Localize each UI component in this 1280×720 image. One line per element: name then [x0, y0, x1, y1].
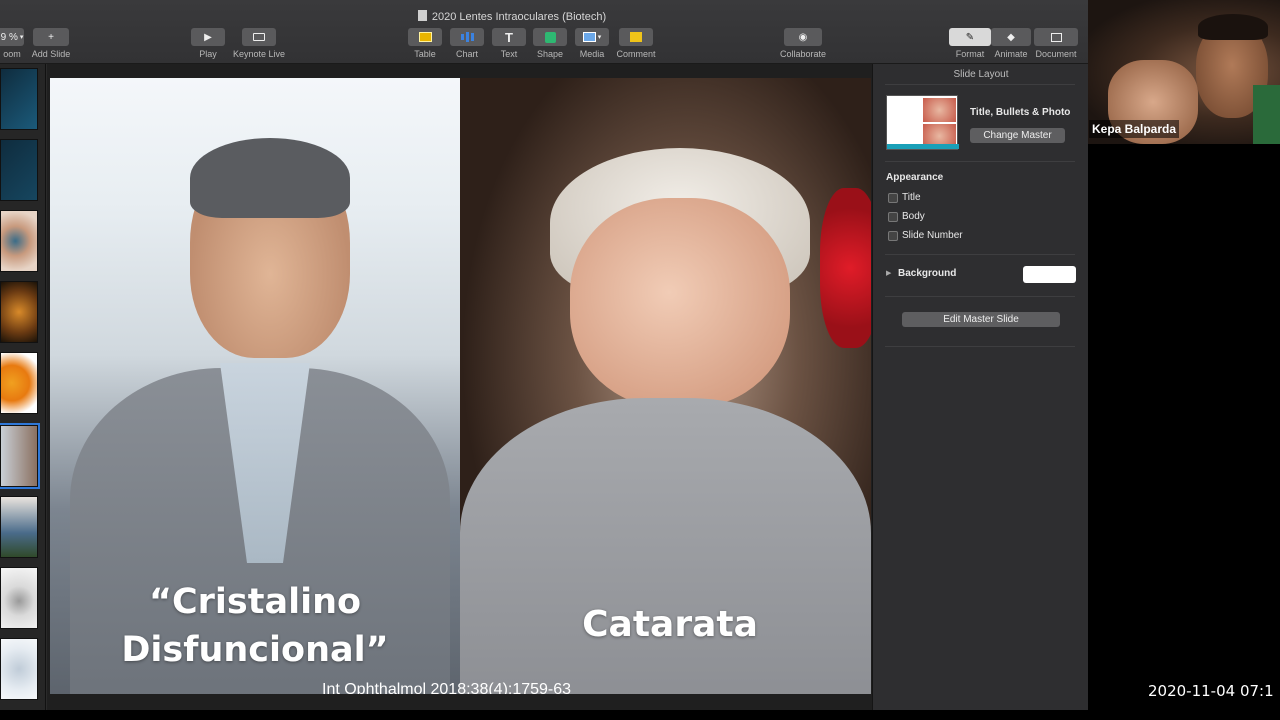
slide-canvas: “Cristalino Disfuncional” Catarata Int O…: [47, 64, 872, 710]
slide-thumbnail[interactable]: [0, 352, 38, 414]
chevron-down-icon: ▾: [19, 34, 24, 41]
media-icon: ▾: [575, 28, 609, 46]
document-panel-icon: [1034, 28, 1078, 46]
disclosure-triangle-icon[interactable]: ▶: [886, 269, 891, 277]
slide-thumbnail[interactable]: [0, 496, 38, 558]
format-inspector: Slide Layout Title, Bullets & Photo Chan…: [872, 64, 1088, 710]
title-checkbox[interactable]: [888, 193, 898, 203]
document-button[interactable]: Document: [1033, 28, 1079, 59]
format-button[interactable]: ✎ Format: [949, 28, 991, 59]
zoom-control[interactable]: 9 % ▾ oom: [0, 28, 24, 59]
slide-navigator: [0, 64, 46, 710]
zoom-label: oom: [3, 49, 21, 59]
slide-number-checkbox[interactable]: [888, 231, 898, 241]
animate-icon: ◆: [991, 28, 1031, 46]
citation-text[interactable]: Int Ophthalmol 2018;38(4):1759-63: [322, 681, 571, 694]
zoom-select[interactable]: 9 % ▾: [0, 28, 24, 46]
background-color-well[interactable]: [1023, 266, 1076, 283]
animate-button[interactable]: ◆ Animate: [991, 28, 1031, 59]
title-label: Title: [902, 192, 921, 203]
slide[interactable]: “Cristalino Disfuncional” Catarata Int O…: [50, 78, 871, 694]
edit-master-slide-button[interactable]: Edit Master Slide: [902, 312, 1060, 327]
slide-thumbnail-selected[interactable]: [0, 423, 40, 489]
background-heading[interactable]: Background: [898, 268, 956, 279]
hair-shape: [190, 138, 350, 218]
body-label: Body: [902, 211, 925, 222]
play-icon: ▶: [191, 28, 225, 46]
play-button[interactable]: ▶ Play: [190, 28, 226, 59]
comment-button[interactable]: Comment: [616, 28, 656, 59]
layout-name: Title, Bullets & Photo: [970, 107, 1071, 118]
paintbrush-icon: ✎: [949, 28, 991, 46]
shape-button[interactable]: Shape: [533, 28, 567, 59]
keynote-live-icon: [242, 28, 276, 46]
slide-thumbnail[interactable]: [0, 210, 38, 272]
shirt-shape: [1253, 85, 1280, 144]
divider: [885, 346, 1075, 347]
media-button[interactable]: ▾ Media: [575, 28, 609, 59]
document-icon: [417, 10, 427, 21]
keynote-window: 2020 Lentes Intraoculares (Biotech) 9 % ▾…: [0, 0, 1088, 710]
keynote-live-button[interactable]: Keynote Live: [231, 28, 287, 59]
text-button[interactable]: T Text: [492, 28, 526, 59]
slide-number-label: Slide Number: [902, 230, 963, 241]
slide-thumbnail[interactable]: [0, 281, 38, 343]
divider: [885, 84, 1075, 85]
window-title: 2020 Lentes Intraoculares (Biotech): [0, 10, 1024, 23]
comment-icon: [619, 28, 653, 46]
add-slide-button[interactable]: + Add Slide: [31, 28, 71, 59]
change-master-button[interactable]: Change Master: [970, 128, 1065, 143]
chart-button[interactable]: Chart: [450, 28, 484, 59]
inspector-header: Slide Layout: [953, 69, 1009, 80]
caption-catarata[interactable]: Catarata: [530, 604, 810, 645]
master-photo-shape: [923, 98, 956, 122]
table-button[interactable]: Table: [408, 28, 442, 59]
participant-name: Kepa Balparda: [1089, 120, 1180, 138]
collaborate-icon: ◉: [784, 28, 822, 46]
slide-thumbnail[interactable]: [0, 68, 38, 130]
master-thumbnail[interactable]: [886, 95, 959, 150]
plus-icon: +: [33, 28, 69, 46]
divider: [885, 296, 1075, 297]
slide-thumbnail[interactable]: [0, 139, 38, 201]
text-icon: T: [492, 28, 526, 46]
appearance-heading: Appearance: [886, 172, 944, 183]
collaborate-button[interactable]: ◉ Collaborate: [778, 28, 828, 59]
sweater-shape: [460, 398, 871, 694]
toolbar: 2020 Lentes Intraoculares (Biotech) 9 % ▾…: [0, 0, 1088, 64]
face-shape: [570, 198, 790, 408]
shape-icon: [533, 28, 567, 46]
photo-elderly-woman: [460, 78, 871, 694]
red-flowers-shape: [820, 188, 871, 348]
slide-thumbnail[interactable]: [0, 638, 38, 700]
body-checkbox[interactable]: [888, 212, 898, 222]
divider: [885, 254, 1075, 255]
slide-thumbnail[interactable]: [0, 567, 38, 629]
divider: [885, 161, 1075, 162]
caption-cristalino-disfuncional[interactable]: “Cristalino Disfuncional”: [90, 578, 420, 674]
timestamp: 2020-11-04 07:1: [1148, 682, 1274, 700]
hair-shape: [1198, 14, 1268, 40]
chart-icon: [450, 28, 484, 46]
table-icon: [408, 28, 442, 46]
master-accent-bar: [887, 144, 959, 149]
